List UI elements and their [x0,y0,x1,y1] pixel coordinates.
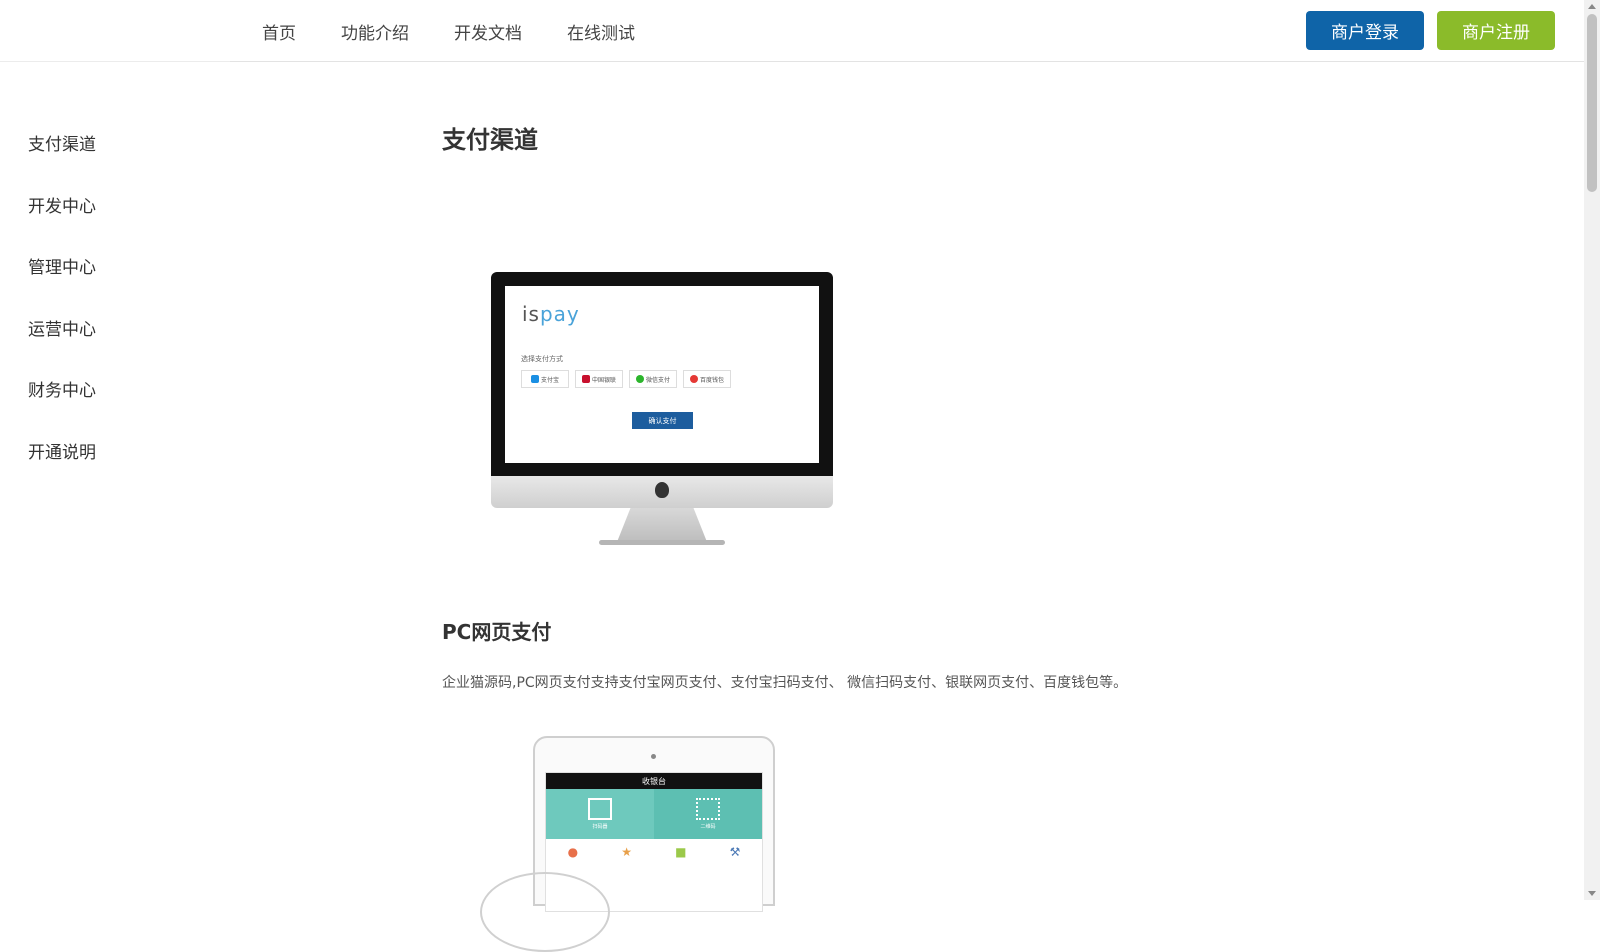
nav-online-test[interactable]: 在线测试 [567,19,635,44]
cashier-tiles: 扫码器 二维码 [546,789,762,839]
cashier-header: 收银台 [546,773,762,789]
user-icon: ● [567,845,579,859]
section-title: PC网页支付 [442,620,552,644]
baidu-wallet-chip: 百度钱包 [683,370,731,388]
sidebar-item-admin-center[interactable]: 管理中心 [28,235,228,297]
hand-illustration [480,872,610,952]
scrollbar[interactable] [1584,0,1600,900]
monitor-illustration: ispay 选择支付方式 支付宝 中国银联 微信支付 百度钱包 确认支付 [491,272,833,548]
section-description: 企业猫源码,PC网页支付支持支付宝网页支付、支付宝扫码支付、 微信扫码支付、银联… [442,675,1128,691]
alipay-chip: 支付宝 [521,370,569,388]
wechat-pay-chip: 微信支付 [629,370,677,388]
scan-frame-icon [588,798,612,820]
monitor-screen: ispay 选择支付方式 支付宝 中国银联 微信支付 百度钱包 确认支付 [505,286,819,463]
sidebar-item-activation-guide[interactable]: 开通说明 [28,420,228,482]
qrcode-tile: 二维码 [654,789,762,839]
tablet-camera [651,754,656,759]
monitor-stand [617,508,707,542]
logo-area [0,0,230,62]
nav-home[interactable]: 首页 [262,19,296,44]
sidebar: 支付渠道 开发中心 管理中心 运营中心 财务中心 开通说明 [28,112,228,481]
nav-docs[interactable]: 开发文档 [454,19,522,44]
wrench-icon: ⚒ [729,845,741,859]
merchant-register-button[interactable]: 商户注册 [1437,11,1555,50]
monitor-bezel: ispay 选择支付方式 支付宝 中国银联 微信支付 百度钱包 确认支付 [491,272,833,476]
sidebar-item-finance-center[interactable]: 财务中心 [28,358,228,420]
scroll-down-icon[interactable] [1588,891,1596,896]
top-bar: 首页 功能介绍 开发文档 在线测试 商户登录 商户注册 [0,0,1584,62]
nav-features[interactable]: 功能介绍 [341,19,409,44]
scanner-tile: 扫码器 [546,789,654,839]
payment-methods: 支付宝 中国银联 微信支付 百度钱包 [521,370,731,388]
select-method-label: 选择支付方式 [521,355,563,363]
star-icon: ★ [621,845,632,859]
tablet-icon-row: ● ★ ■ ⚒ [546,839,762,859]
list-icon: ■ [675,845,687,859]
main-nav: 首页 功能介绍 开发文档 在线测试 [262,0,680,62]
ispay-logo: ispay [522,302,580,326]
sidebar-item-dev-center[interactable]: 开发中心 [28,174,228,236]
confirm-pay-button: 确认支付 [632,412,693,429]
monitor-base [599,540,725,545]
apple-logo-icon [655,482,669,498]
unionpay-chip: 中国银联 [575,370,623,388]
merchant-login-button[interactable]: 商户登录 [1306,11,1424,50]
scroll-up-icon[interactable] [1588,4,1596,9]
sidebar-item-payment-channels[interactable]: 支付渠道 [28,112,228,174]
sidebar-item-ops-center[interactable]: 运营中心 [28,297,228,359]
scroll-thumb[interactable] [1587,14,1597,192]
qr-code-icon [696,798,720,820]
page-title: 支付渠道 [442,126,538,154]
